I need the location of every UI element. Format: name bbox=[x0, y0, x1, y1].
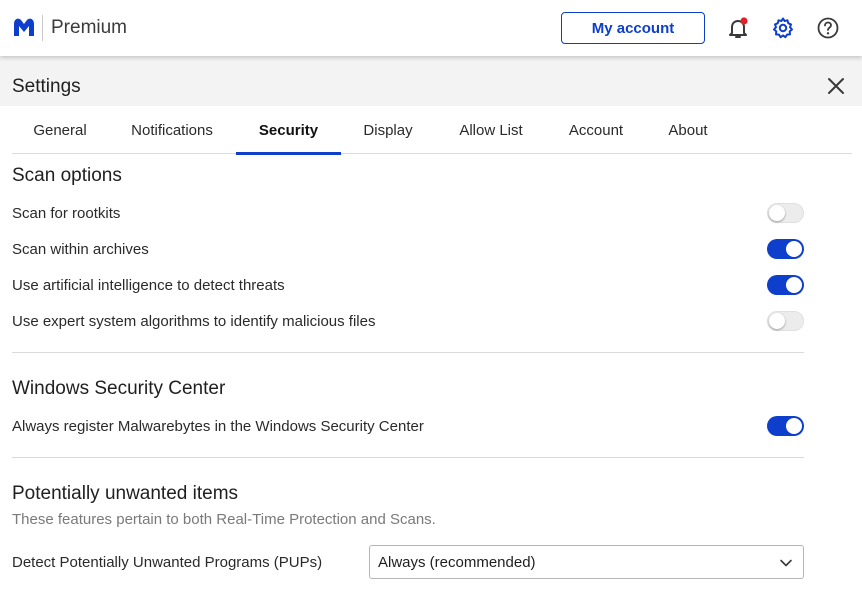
settings-title: Settings bbox=[12, 76, 81, 97]
tab-about[interactable]: About bbox=[660, 106, 716, 154]
toggle-knob bbox=[769, 313, 785, 329]
expert-algorithms-label: Use expert system algorithms to identify… bbox=[12, 313, 376, 330]
settings-header: Settings bbox=[0, 56, 862, 106]
gear-icon bbox=[773, 17, 793, 39]
scan-rootkits-toggle[interactable] bbox=[767, 203, 804, 223]
bell-icon bbox=[729, 17, 748, 38]
scan-archives-label: Scan within archives bbox=[12, 241, 149, 258]
chevron-down-icon bbox=[780, 559, 792, 567]
toggle-knob bbox=[769, 205, 785, 221]
detect-pups-label: Detect Potentially Unwanted Programs (PU… bbox=[12, 554, 323, 571]
pup-section-subtitle: These features pertain to both Real-Time… bbox=[12, 511, 436, 528]
top-bar: Premium My account bbox=[0, 0, 862, 56]
help-icon bbox=[817, 17, 839, 39]
register-wsc-label: Always register Malwarebytes in the Wind… bbox=[12, 418, 424, 435]
close-icon bbox=[828, 78, 844, 94]
detect-pups-value: Always (recommended) bbox=[378, 553, 536, 571]
toggle-knob bbox=[786, 241, 802, 257]
brand-separator bbox=[42, 15, 43, 41]
tab-display[interactable]: Display bbox=[355, 106, 421, 154]
pup-section-title: Potentially unwanted items bbox=[12, 483, 239, 504]
scan-archives-toggle[interactable] bbox=[767, 239, 804, 259]
expert-algorithms-toggle[interactable] bbox=[767, 311, 804, 331]
settings-tabs: General Notifications Security Display A… bbox=[12, 106, 852, 155]
help-button[interactable] bbox=[816, 16, 840, 40]
settings-button[interactable] bbox=[771, 16, 795, 40]
tab-account[interactable]: Account bbox=[558, 106, 634, 154]
toggle-knob bbox=[786, 418, 802, 434]
notifications-button[interactable] bbox=[726, 16, 750, 40]
section-divider bbox=[12, 457, 804, 458]
close-settings-button[interactable] bbox=[826, 76, 846, 96]
register-wsc-toggle[interactable] bbox=[767, 416, 804, 436]
ai-detection-label: Use artificial intelligence to detect th… bbox=[12, 277, 285, 294]
toggle-knob bbox=[786, 277, 802, 293]
tab-allow-list[interactable]: Allow List bbox=[448, 106, 534, 154]
detect-pups-select[interactable]: Always (recommended) bbox=[369, 545, 804, 579]
windows-security-center-title: Windows Security Center bbox=[12, 378, 226, 399]
malwarebytes-logo[interactable] bbox=[12, 16, 36, 38]
section-divider bbox=[12, 352, 804, 353]
tab-security[interactable]: Security bbox=[236, 106, 341, 155]
my-account-button[interactable]: My account bbox=[561, 12, 705, 44]
ai-detection-toggle[interactable] bbox=[767, 275, 804, 295]
tab-general[interactable]: General bbox=[12, 106, 108, 154]
tab-notifications[interactable]: Notifications bbox=[120, 106, 224, 154]
product-name: Premium bbox=[51, 17, 128, 38]
notification-dot bbox=[740, 17, 748, 25]
scan-options-title: Scan options bbox=[12, 165, 122, 186]
scan-rootkits-label: Scan for rootkits bbox=[12, 205, 121, 222]
